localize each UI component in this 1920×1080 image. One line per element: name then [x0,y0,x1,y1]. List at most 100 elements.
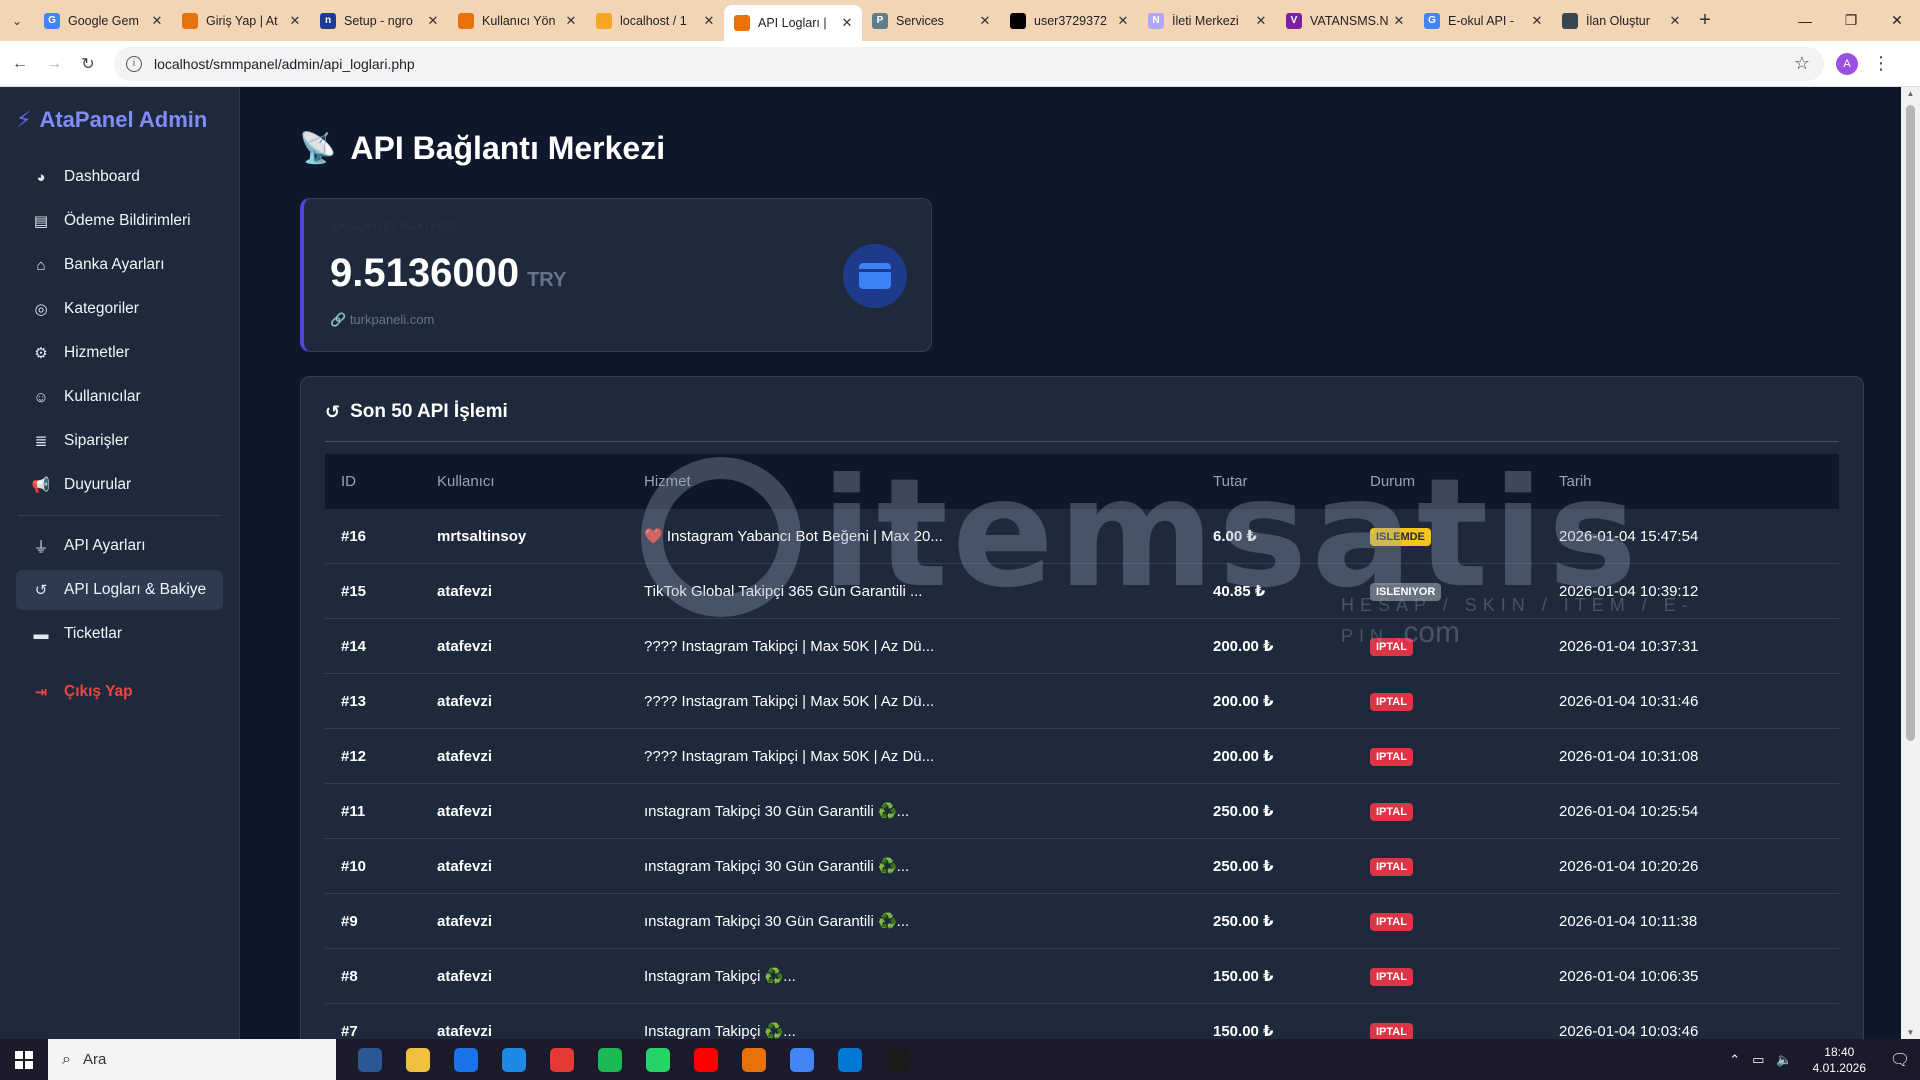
browser-tab[interactable]: G E-okul API - ✕ [1414,5,1552,37]
taskbar-clock[interactable]: 18:40 4.01.2026 [1813,1044,1866,1076]
status-badge: ISLENIYOR [1370,582,1442,601]
sidebar-item[interactable]: ◕ Dashboard [16,157,223,197]
sidebar: ⚡ AtaPanel Admin ◕ Dashboard ▤ Ödeme Bildir… [0,87,240,1039]
sidebar-item[interactable]: ▬ Ticketlar [16,614,223,654]
status-badge: IPTAL [1370,912,1413,931]
sidebar-item[interactable]: ⏚ API Ayarları [16,526,223,566]
new-tab-button[interactable]: + [1690,9,1720,32]
sidebar-item[interactable]: ↺ API Logları & Bakiye [16,570,223,610]
cell-date: 2026-01-04 15:47:54 [1559,527,1699,545]
site-info-icon[interactable]: i [126,55,142,72]
tab-close-icon[interactable]: ✕ [700,13,718,29]
api-log-table: ID Kullanıcı Hizmet Tutar Durum Tarih #16 mrts… [325,454,1839,1039]
sidebar-item-label: Ödeme Bildirimleri [64,212,191,229]
cell-status: IPTAL [1370,857,1559,876]
brand-logo[interactable]: ⚡ AtaPanel Admin [16,107,239,133]
tab-close-icon[interactable]: ✕ [1666,13,1684,29]
taskbar-app-icon[interactable] [442,1039,490,1080]
scroll-up-icon[interactable]: ▲ [1901,89,1920,98]
balance-amount: 9.5136000 TRY [330,251,566,296]
browser-tab[interactable]: P Services ✕ [862,5,1000,37]
sidebar-item[interactable]: ▤ Ödeme Bildirimleri [16,201,223,241]
cell-id: #15 [341,582,367,600]
browser-tab-strip: ⌄ G Google Gem ✕ Giriş Yap | At ✕ n Setup - ng… [0,0,1920,41]
clock-date: 4.01.2026 [1812,1060,1866,1075]
sidebar-item[interactable]: ≣ Siparişler [16,421,223,461]
sidebar-item[interactable]: ⚙ Hizmetler [16,333,223,373]
tab-close-icon[interactable]: ✕ [286,13,304,29]
tab-close-icon[interactable]: ✕ [838,15,856,31]
start-button[interactable] [0,1039,48,1080]
restore-button[interactable]: ❐ [1828,0,1874,41]
sidebar-item[interactable]: ☺ Kullanıcılar [16,377,223,417]
browser-tab[interactable]: API Logları | ✕ [724,5,862,41]
back-button[interactable]: ← [6,50,34,78]
taskbar-app-icon[interactable] [778,1039,826,1080]
page-scrollbar[interactable]: ▲ ▼ [1901,87,1920,1039]
sidebar-item[interactable]: 📢 Duyurular [16,465,223,505]
taskbar-app-icon[interactable] [586,1039,634,1080]
browser-tab[interactable]: localhost / 1 ✕ [586,5,724,37]
browser-tab[interactable]: user3729372 ✕ [1000,5,1138,37]
address-bar[interactable]: i localhost/smmpanel/admin/api_loglari.p… [114,46,1824,81]
network-icon[interactable]: ▭ [1752,1052,1764,1068]
minimize-button[interactable]: — [1782,0,1828,41]
sidebar-item[interactable]: ⌂ Banka Ayarları [16,245,223,285]
tab-title: İlan Oluştur [1586,13,1650,28]
browser-tab[interactable]: Kullanıcı Yön ✕ [448,5,586,37]
scroll-down-icon[interactable]: ▼ [1901,1028,1920,1037]
taskbar-app-icon[interactable] [346,1039,394,1080]
browser-tab[interactable]: İlan Oluştur ✕ [1552,5,1690,37]
browser-tab[interactable]: G Google Gem ✕ [34,5,172,37]
taskbar-app-icon[interactable] [874,1039,922,1080]
bookmark-star-icon[interactable]: ☆ [1794,53,1810,74]
tab-close-icon[interactable]: ✕ [976,13,994,29]
tab-close-icon[interactable]: ✕ [1528,13,1546,29]
taskbar-app-icon[interactable] [826,1039,874,1080]
browser-tab[interactable]: Giriş Yap | At ✕ [172,5,310,37]
tab-favicon-icon [458,12,474,29]
cell-date: 2026-01-04 10:11:38 [1559,912,1698,930]
tab-close-icon[interactable]: ✕ [148,13,166,29]
close-window-button[interactable]: ✕ [1874,0,1920,41]
browser-menu-icon[interactable]: ⋮ [1872,53,1890,74]
taskbar-app-icon[interactable] [634,1039,682,1080]
tab-close-icon[interactable]: ✕ [1390,13,1408,29]
cell-status: IPTAL [1370,912,1559,931]
tab-close-icon[interactable]: ✕ [1114,13,1132,29]
sidebar-item-label: Kategoriler [64,300,139,317]
tab-close-icon[interactable]: ✕ [1252,13,1270,29]
tab-favicon-icon: G [44,12,60,29]
taskbar-app-icon[interactable] [538,1039,586,1080]
table-row: #16 mrtsaltinsoy ❤️ Instagram Yabancı Bot … [325,509,1839,564]
sidebar-item-icon: ≣ [34,433,48,450]
browser-tab[interactable]: N İleti Merkezi ✕ [1138,5,1276,37]
logout-button[interactable]: ⇥ Çıkış Yap [16,672,223,712]
sidebar-item-label: Dashboard [64,168,140,185]
taskbar-search[interactable]: ⌕ Ara [48,1039,336,1080]
browser-tab[interactable]: V VATANSMS.N ✕ [1276,5,1414,37]
forward-button[interactable]: → [40,50,68,78]
cell-status: IPTAL [1370,747,1559,766]
taskbar-app-icon[interactable] [730,1039,778,1080]
taskbar-app-icon[interactable] [682,1039,730,1080]
cell-service: ???? Instagram Takipçi | Max 50K | Az Dü… [644,637,935,655]
volume-icon[interactable]: 🔈 [1776,1052,1792,1068]
page-title-text: API Bağlantı Merkezi [350,130,666,166]
tab-close-icon[interactable]: ✕ [562,13,580,29]
table-row: #8 atafevzi Instagram Takipçi ♻️... 150.00 … [325,949,1839,1004]
window-controls: — ❐ ✕ [1782,0,1920,41]
notification-icon[interactable]: 🗨 [1880,1039,1920,1080]
reload-button[interactable]: ↻ [74,50,102,78]
taskbar-app-icon[interactable] [490,1039,538,1080]
browser-tab[interactable]: n Setup - ngro ✕ [310,5,448,37]
tab-close-icon[interactable]: ✕ [424,13,442,29]
sidebar-item-label: API Ayarları [64,537,146,554]
profile-avatar[interactable]: A [1836,52,1858,75]
cell-status: ISLEMDE [1370,527,1559,546]
taskbar-app-icon[interactable] [394,1039,442,1080]
sidebar-item[interactable]: ◎ Kategoriler [16,289,223,329]
tab-search-chevron-icon[interactable]: ⌄ [0,6,34,36]
scrollbar-thumb[interactable] [1906,105,1915,741]
tray-chevron-icon[interactable]: ⌃ [1729,1052,1740,1068]
